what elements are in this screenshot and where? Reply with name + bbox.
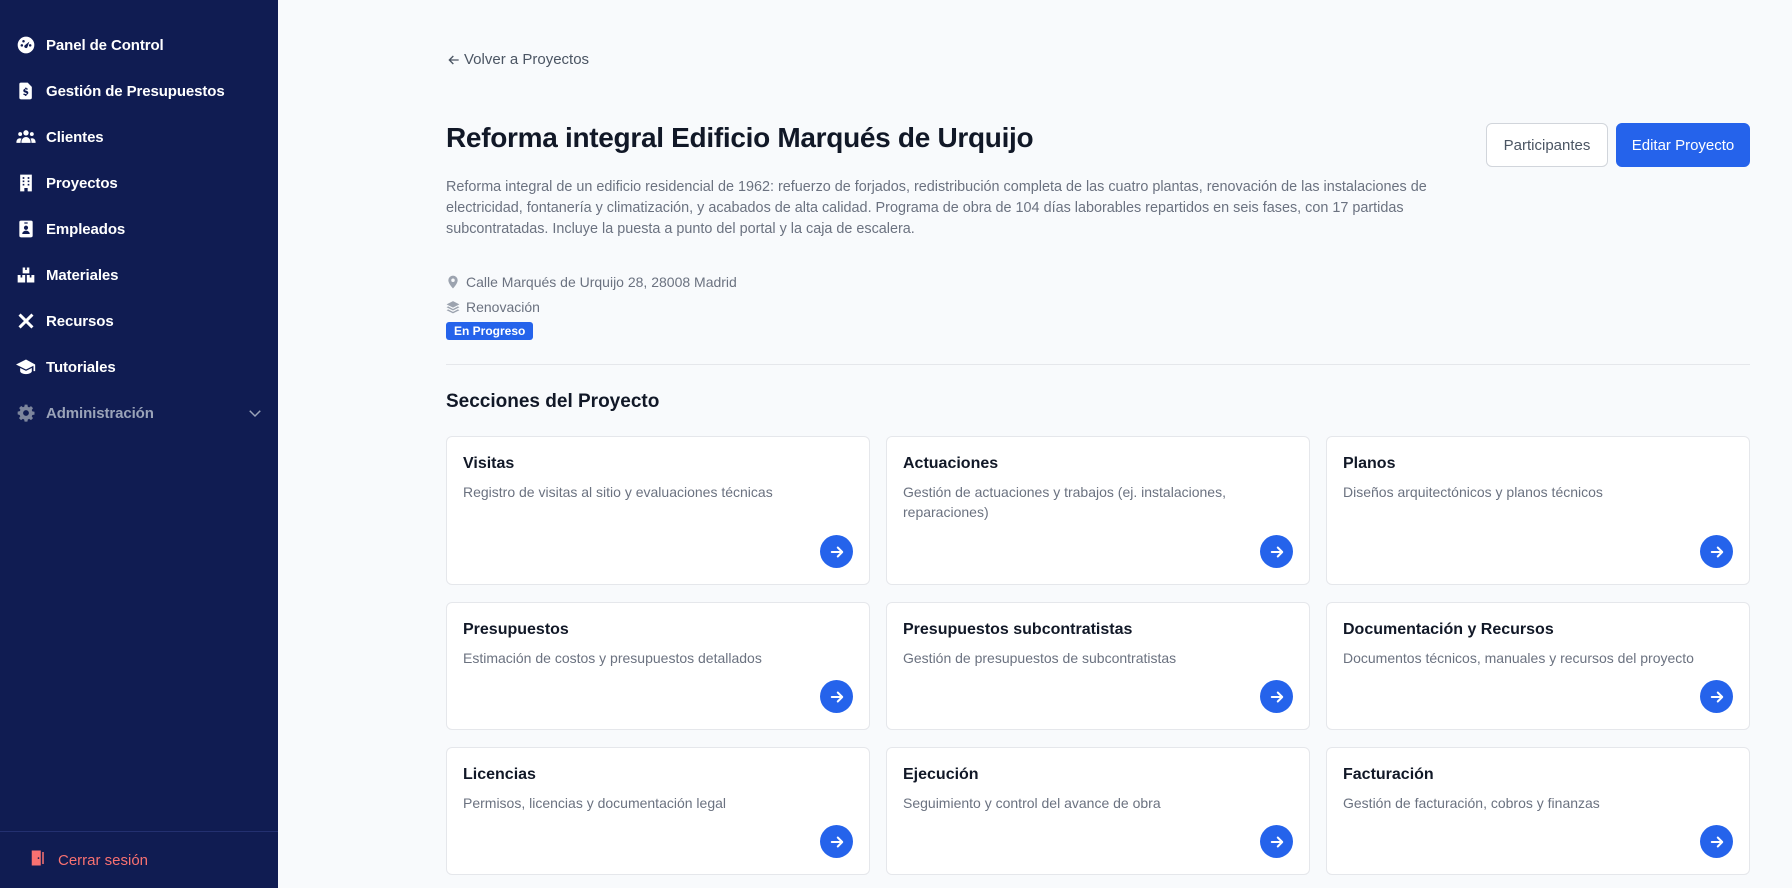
section-card-ejecucion[interactable]: Ejecución Seguimiento y control del avan… [886, 747, 1310, 875]
card-title: Presupuestos subcontratistas [903, 621, 1133, 638]
card-title: Ejecución [903, 766, 979, 783]
back-link-label: Volver a Proyectos [464, 51, 590, 68]
back-link[interactable]: Volver a Proyectos [446, 51, 589, 68]
sidebar-item-clientes[interactable]: Clientes [0, 114, 278, 160]
sidebar-nav: Panel de Control Gestión de Presupuestos… [0, 0, 278, 436]
page-title: Reforma integral Edificio Marqués de Urq… [446, 122, 1034, 153]
sidebar-item-panel-de-control[interactable]: Panel de Control [0, 22, 278, 68]
arrow-right-icon[interactable] [820, 680, 853, 713]
door-exit-icon [28, 849, 46, 872]
sidebar-item-proyectos[interactable]: Proyectos [0, 160, 278, 206]
card-description: Gestión de facturación, cobros y finanza… [1343, 795, 1600, 811]
participants-button[interactable]: Participantes [1486, 123, 1608, 167]
section-card-licencias[interactable]: Licencias Permisos, licencias y document… [446, 747, 870, 875]
gear-icon [14, 401, 38, 425]
invoice-dollar-icon [14, 79, 38, 103]
card-title: Documentación y Recursos [1343, 621, 1554, 638]
card-title: Actuaciones [903, 455, 999, 472]
sidebar-item-label: Panel de Control [46, 36, 164, 54]
project-description: Reforma integral de un edificio residenc… [446, 179, 1427, 237]
sidebar-item-administracion[interactable]: Administración [0, 390, 278, 436]
boxes-icon [14, 263, 38, 287]
edit-project-button[interactable]: Editar Proyecto [1616, 123, 1750, 167]
sidebar-item-label: Recursos [46, 312, 114, 330]
card-description: Diseños arquitectónicos y planos técnico… [1343, 484, 1603, 500]
sidebar-item-gestion-de-presupuestos[interactable]: Gestión de Presupuestos [0, 68, 278, 114]
main-content: Volver a Proyectos Reforma integral Edif… [278, 0, 1792, 888]
sidebar-item-recursos[interactable]: Recursos [0, 298, 278, 344]
id-badge-icon [14, 217, 38, 241]
card-description: Registro de visitas al sitio y evaluacio… [463, 484, 773, 500]
card-title: Planos [1343, 455, 1396, 472]
sections-heading: Secciones del Proyecto [446, 391, 660, 412]
section-card-presupuestos[interactable]: Presupuestos Estimación de costos y pres… [446, 602, 870, 730]
card-title: Presupuestos [463, 621, 569, 638]
arrow-right-icon[interactable] [820, 825, 853, 858]
card-description: Documentos técnicos, manuales y recursos… [1343, 650, 1694, 666]
layers-icon [446, 301, 460, 314]
sidebar-item-materiales[interactable]: Materiales [0, 252, 278, 298]
section-card-documentacion-y-recursos[interactable]: Documentación y Recursos Documentos técn… [1326, 602, 1750, 730]
map-pin-icon [448, 275, 458, 289]
users-icon [14, 125, 38, 149]
arrow-right-icon[interactable] [1700, 535, 1733, 568]
section-card-actuaciones[interactable]: Actuaciones Gestión de actuaciones y tra… [886, 436, 1310, 585]
project-type-text: Renovación [466, 299, 540, 315]
project-address: Calle Marqués de Urquijo 28, 28008 Madri… [446, 274, 737, 290]
logout-label: Cerrar sesión [58, 851, 149, 869]
tools-icon [14, 309, 38, 333]
arrow-right-icon[interactable] [1260, 825, 1293, 858]
sidebar-item-label: Materiales [46, 266, 119, 284]
arrow-right-icon[interactable] [1700, 680, 1733, 713]
card-description: Permisos, licencias y documentación lega… [463, 795, 727, 811]
arrow-right-icon[interactable] [1260, 680, 1293, 713]
card-title: Licencias [463, 766, 536, 783]
graduation-cap-icon [14, 355, 38, 379]
card-description: Gestión de presupuestos de subcontratist… [903, 650, 1177, 666]
arrow-left-icon [448, 55, 459, 64]
building-icon [14, 171, 38, 195]
logout-button[interactable]: Cerrar sesión [0, 831, 278, 888]
arrow-right-icon[interactable] [820, 535, 853, 568]
sidebar-item-label: Clientes [46, 128, 104, 146]
sidebar-item-label: Gestión de Presupuestos [46, 82, 225, 100]
arrow-right-icon[interactable] [1260, 535, 1293, 568]
section-card-planos[interactable]: Planos Diseños arquitectónicos y planos … [1326, 436, 1750, 585]
card-description: Gestión de actuaciones y trabajos (ej. i… [903, 484, 1226, 520]
sidebar-item-label: Administración [46, 404, 154, 422]
arrow-right-icon[interactable] [1700, 825, 1733, 858]
card-description: Seguimiento y control del avance de obra [903, 795, 1161, 811]
status-badge: En Progreso [446, 322, 534, 340]
sidebar-item-label: Proyectos [46, 174, 118, 192]
chevron-down-icon [246, 404, 264, 422]
divider [446, 364, 1750, 365]
gauge-icon [14, 33, 38, 57]
section-card-facturacion[interactable]: Facturación Gestión de facturación, cobr… [1326, 747, 1750, 875]
card-description: Estimación de costos y presupuestos deta… [463, 650, 762, 666]
section-card-visitas[interactable]: Visitas Registro de visitas al sitio y e… [446, 436, 870, 585]
card-title: Facturación [1343, 766, 1434, 783]
sidebar-item-label: Empleados [46, 220, 126, 238]
sidebar: Panel de Control Gestión de Presupuestos… [0, 0, 278, 888]
card-title: Visitas [463, 455, 515, 472]
sidebar-item-empleados[interactable]: Empleados [0, 206, 278, 252]
sidebar-item-tutoriales[interactable]: Tutoriales [0, 344, 278, 390]
project-address-text: Calle Marqués de Urquijo 28, 28008 Madri… [466, 274, 737, 290]
sidebar-item-label: Tutoriales [46, 358, 116, 376]
section-card-presupuestos-subcontratistas[interactable]: Presupuestos subcontratistas Gestión de … [886, 602, 1310, 730]
project-type: Renovación [446, 299, 540, 315]
